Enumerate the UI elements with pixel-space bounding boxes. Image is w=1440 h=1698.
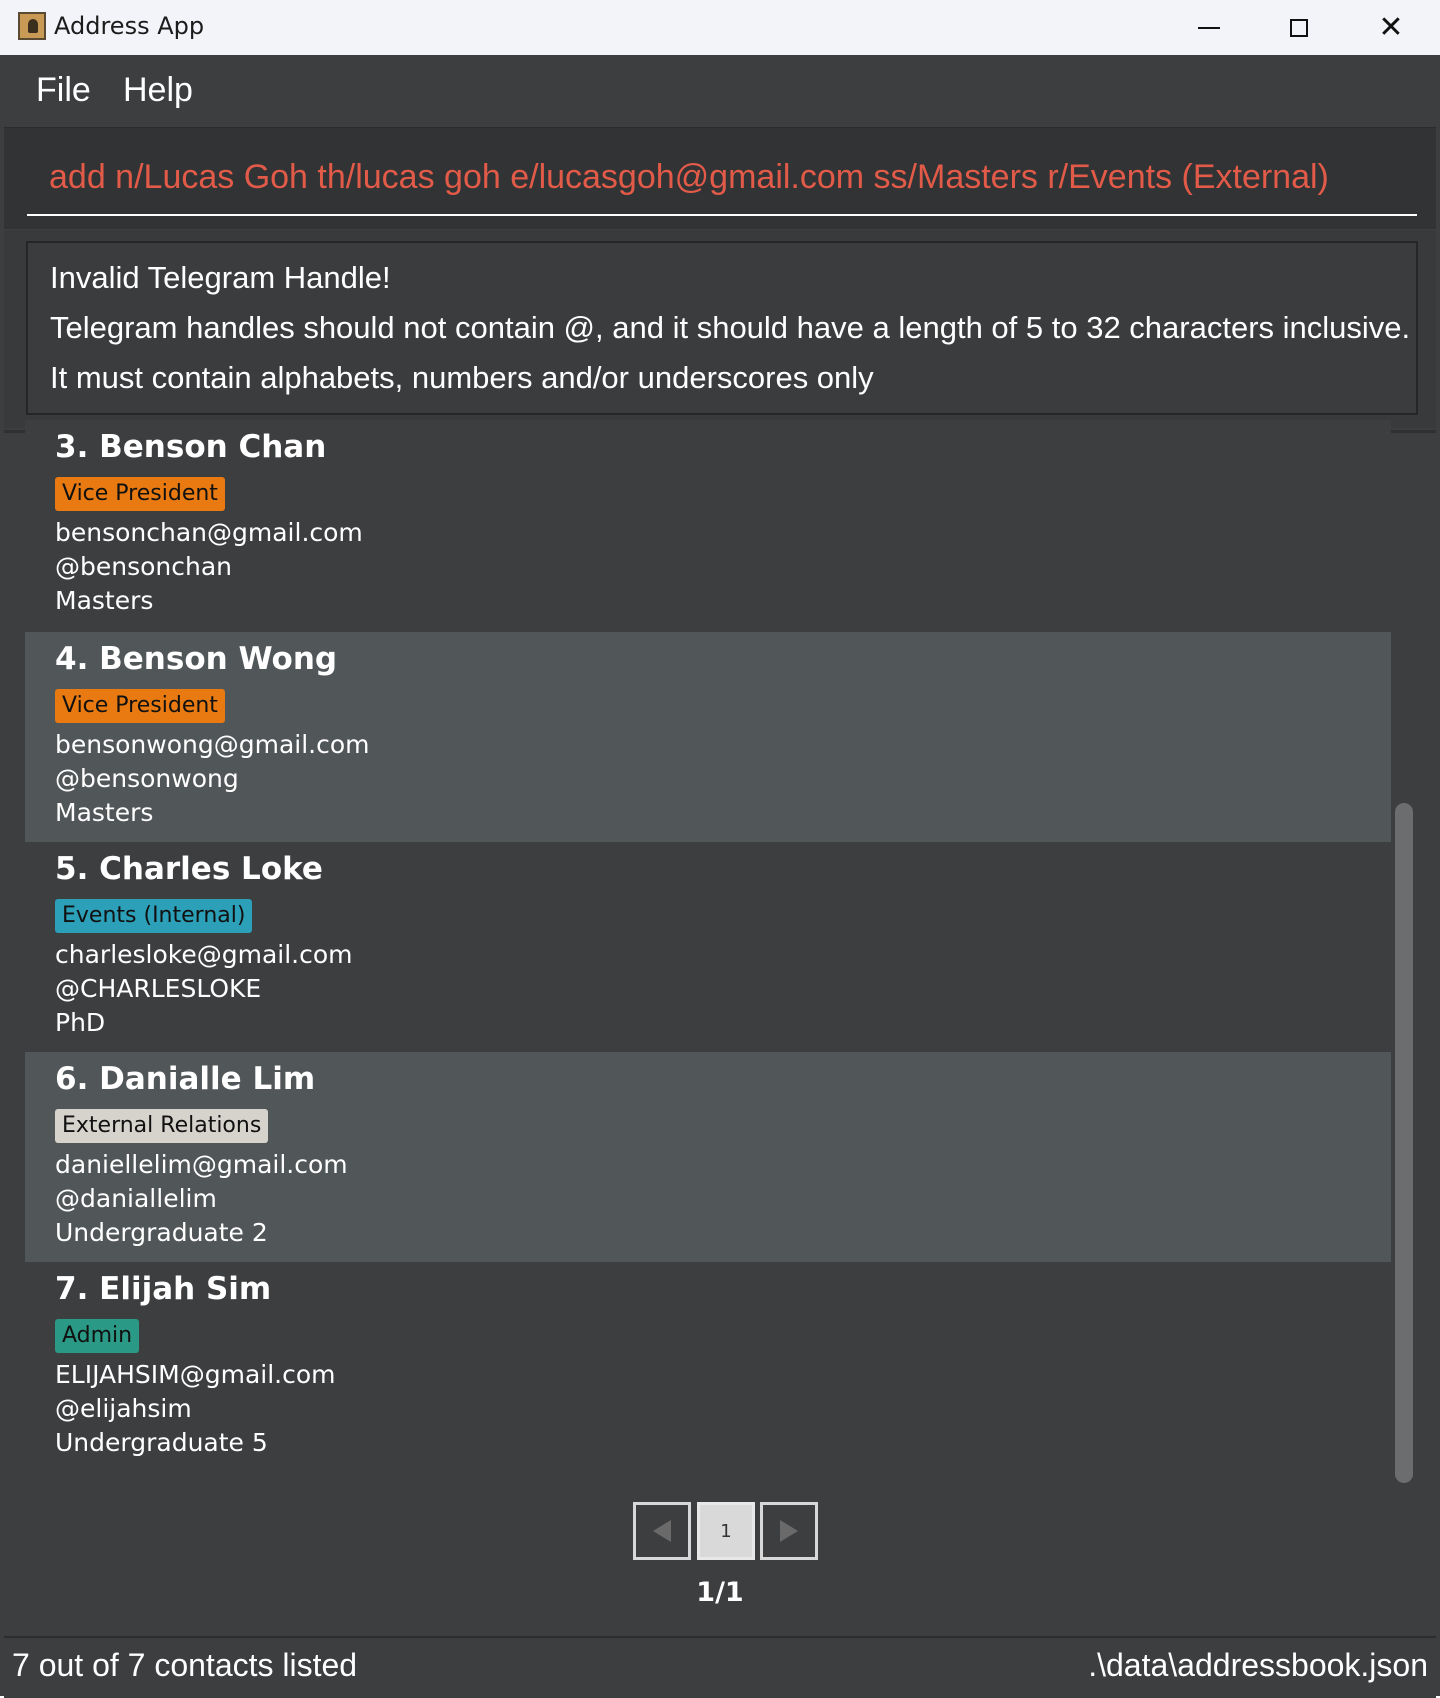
- person-telegram: @bensonchan: [55, 552, 233, 581]
- menu-bar: File Help: [4, 55, 1436, 126]
- close-icon: ✕: [1378, 10, 1404, 45]
- next-page-button[interactable]: [760, 1502, 818, 1560]
- person-telegram: @bensonwong: [55, 764, 239, 793]
- command-box: [4, 127, 1436, 229]
- person-card[interactable]: 4. Benson Wong Vice President bensonwong…: [25, 632, 1391, 842]
- person-card[interactable]: 5. Charles Loke Events (Internal) charle…: [25, 842, 1391, 1052]
- window-title: Address App: [54, 12, 205, 40]
- result-line: Invalid Telegram Handle!: [50, 260, 391, 295]
- arrow-right-icon: [780, 1520, 798, 1542]
- person-email: bensonwong@gmail.com: [55, 730, 370, 759]
- person-name: 7. Elijah Sim: [55, 1271, 272, 1307]
- command-input[interactable]: [27, 140, 1417, 216]
- role-tag: Vice President: [55, 689, 225, 723]
- person-card[interactable]: 3. Benson Chan Vice President bensonchan…: [25, 420, 1391, 632]
- person-study: Undergraduate 2: [55, 1218, 268, 1247]
- menu-help[interactable]: Help: [123, 71, 193, 110]
- person-email: daniellelim@gmail.com: [55, 1150, 348, 1179]
- save-location-status: .\data\addressbook.json: [1088, 1647, 1428, 1683]
- person-email: charlesloke@gmail.com: [55, 940, 353, 969]
- person-name: 4. Benson Wong: [55, 641, 338, 677]
- result-display-area: Invalid Telegram Handle! Telegram handle…: [4, 230, 1436, 428]
- person-name: 6. Danialle Lim: [55, 1061, 316, 1097]
- role-tag: Vice President: [55, 477, 225, 511]
- person-name: 3. Benson Chan: [55, 429, 327, 465]
- person-telegram: @daniallelim: [55, 1184, 217, 1213]
- page-indicator: 1/1: [696, 1577, 744, 1608]
- address-book-icon: [18, 12, 46, 40]
- minimize-icon: [1198, 26, 1220, 29]
- page-button-1[interactable]: 1: [697, 1502, 755, 1560]
- maximize-icon: [1290, 18, 1308, 37]
- arrow-left-icon: [653, 1520, 671, 1542]
- close-button[interactable]: ✕: [1346, 0, 1436, 55]
- role-tag: Events (Internal): [55, 899, 253, 933]
- person-study: PhD: [55, 1008, 106, 1037]
- menu-file[interactable]: File: [36, 71, 91, 110]
- result-display[interactable]: Invalid Telegram Handle! Telegram handle…: [26, 241, 1418, 415]
- status-bar: 7 out of 7 contacts listed .\data\addres…: [4, 1636, 1436, 1698]
- person-email: bensonchan@gmail.com: [55, 518, 363, 547]
- role-tag: External Relations: [55, 1109, 269, 1143]
- person-name: 5. Charles Loke: [55, 851, 323, 887]
- person-card[interactable]: 7. Elijah Sim Admin ELIJAHSIM@gmail.com …: [25, 1262, 1391, 1472]
- contacts-count-status: 7 out of 7 contacts listed: [12, 1647, 358, 1683]
- person-list: 3. Benson Chan Vice President bensonchan…: [4, 420, 1436, 1638]
- maximize-button[interactable]: [1254, 0, 1344, 55]
- list-scrollbar[interactable]: [1395, 803, 1413, 1483]
- person-study: Masters: [55, 798, 154, 827]
- minimize-button[interactable]: [1164, 0, 1254, 55]
- person-telegram: @elijahsim: [55, 1394, 192, 1423]
- app-window: Address App ✕ File Help Invalid Telegram…: [0, 0, 1440, 1698]
- person-card[interactable]: 6. Danialle Lim External Relations danie…: [25, 1052, 1391, 1262]
- person-study: Masters: [55, 586, 154, 615]
- result-line: It must contain alphabets, numbers and/o…: [50, 360, 874, 395]
- person-email: ELIJAHSIM@gmail.com: [55, 1360, 336, 1389]
- person-telegram: @CHARLESLOKE: [55, 974, 262, 1003]
- role-tag: Admin: [55, 1319, 140, 1353]
- person-study: Undergraduate 5: [55, 1428, 268, 1457]
- result-line: Telegram handles should not contain @, a…: [50, 310, 1411, 345]
- previous-page-button[interactable]: [633, 1502, 691, 1560]
- title-bar: Address App ✕: [0, 0, 1440, 55]
